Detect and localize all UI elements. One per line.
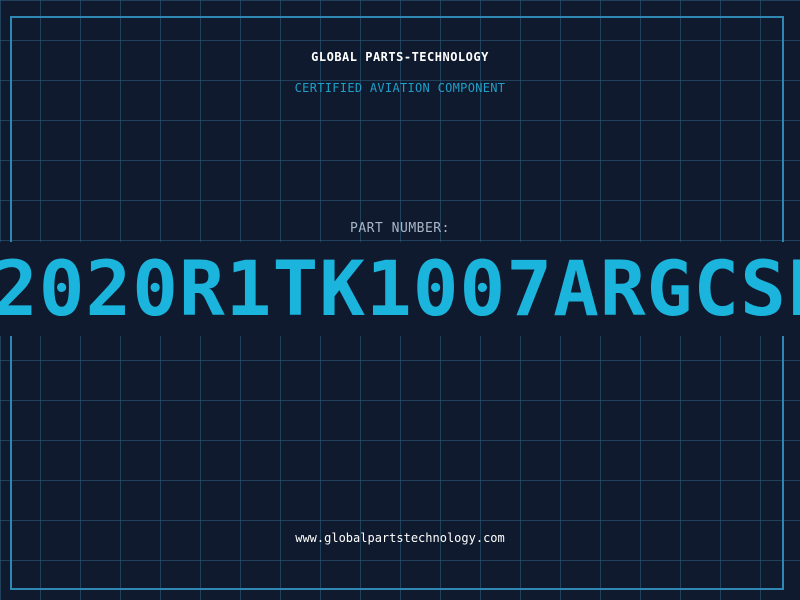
part-number-value: 2020R1TK1007ARGCSER xyxy=(0,244,800,333)
website-url: www.globalpartstechnology.com xyxy=(295,531,505,545)
part-number-band: 2020R1TK1007ARGCSER xyxy=(0,242,800,336)
company-name: GLOBAL PARTS-TECHNOLOGY xyxy=(311,50,489,64)
part-number-label: PART NUMBER: xyxy=(350,221,450,236)
certification-subtitle: CERTIFIED AVIATION COMPONENT xyxy=(294,81,506,95)
